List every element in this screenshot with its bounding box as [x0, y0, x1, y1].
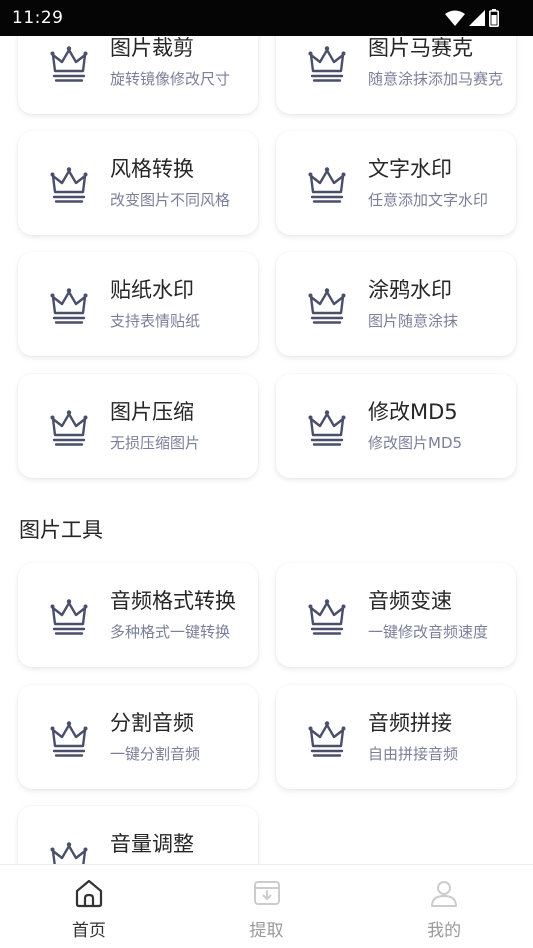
- card-subtitle: 图片随意涂抹: [368, 312, 459, 330]
- crown-icon: [48, 838, 90, 864]
- user-icon: [431, 881, 458, 907]
- card-subtitle: 一键修改音频速度: [368, 623, 489, 641]
- card-title: 分割音频: [110, 711, 194, 735]
- card-audio-join[interactable]: 音频拼接 自由拼接音频: [276, 685, 516, 789]
- card-audio-speed[interactable]: 音频变速 一键修改音频速度: [276, 563, 516, 667]
- card-title: 音频拼接: [368, 711, 452, 735]
- bottom-tab-bar: 首页 提取 我的: [0, 864, 533, 948]
- card-subtitle: 旋转镜像修改尺寸: [110, 70, 231, 88]
- card-title: 修改MD5: [368, 400, 458, 424]
- card-title: 图片裁剪: [110, 36, 194, 60]
- card-image-compress[interactable]: 图片压缩 无损压缩图片: [18, 374, 258, 478]
- card-subtitle: 改变图片不同风格: [110, 191, 231, 209]
- card-modify-md5[interactable]: 修改MD5 修改图片MD5: [276, 374, 516, 478]
- card-doodle-watermark[interactable]: 涂鸦水印 图片随意涂抹: [276, 252, 516, 356]
- tab-label: 首页: [71, 921, 106, 941]
- battery-icon: [489, 9, 499, 27]
- card-title: 风格转换: [110, 157, 194, 181]
- tab-label: 我的: [427, 921, 462, 941]
- card-title: 涂鸦水印: [368, 278, 452, 302]
- crown-icon: [48, 406, 90, 448]
- card-title: 音频变速: [368, 589, 452, 613]
- tab-mine[interactable]: 我的: [355, 865, 533, 948]
- tab-home[interactable]: 首页: [0, 865, 178, 948]
- tab-extract[interactable]: 提取: [178, 865, 356, 948]
- home-icon: [75, 879, 102, 908]
- signal-icon: [469, 10, 485, 26]
- card-volume-adjust[interactable]: 音量调整: [18, 806, 258, 864]
- crown-icon: [306, 406, 348, 448]
- card-subtitle: 自由拼接音频: [368, 745, 459, 763]
- card-subtitle: 支持表情贴纸: [110, 312, 201, 330]
- download-box-icon: [253, 881, 280, 905]
- card-subtitle: 修改图片MD5: [368, 434, 463, 452]
- status-icons: [445, 9, 499, 27]
- card-title: 图片马赛克: [368, 36, 473, 60]
- crown-icon: [306, 595, 348, 637]
- crown-icon: [306, 42, 348, 84]
- feature-list[interactable]: 图片裁剪 旋转镜像修改尺寸 图片马赛克 随意涂抹添加马赛克 风格转换 改变图片不…: [0, 0, 533, 864]
- card-title: 图片压缩: [110, 400, 194, 424]
- card-subtitle: 随意涂抹添加马赛克: [368, 70, 504, 88]
- status-time: 11:29: [12, 8, 64, 28]
- crown-icon: [48, 717, 90, 759]
- section-title: 图片工具: [19, 518, 103, 542]
- card-subtitle: 一键分割音频: [110, 745, 201, 763]
- card-audio-split[interactable]: 分割音频 一键分割音频: [18, 685, 258, 789]
- card-subtitle: 无损压缩图片: [110, 434, 201, 452]
- crown-icon: [48, 163, 90, 205]
- crown-icon: [48, 42, 90, 84]
- card-title: 音频格式转换: [110, 589, 236, 613]
- card-text-watermark[interactable]: 文字水印 任意添加文字水印: [276, 131, 516, 235]
- card-audio-format-convert[interactable]: 音频格式转换 多种格式一键转换: [18, 563, 258, 667]
- crown-icon: [48, 284, 90, 326]
- card-title: 贴纸水印: [110, 278, 194, 302]
- card-title: 音量调整: [110, 832, 194, 856]
- card-subtitle: 多种格式一键转换: [110, 623, 231, 641]
- card-sticker-watermark[interactable]: 贴纸水印 支持表情贴纸: [18, 252, 258, 356]
- crown-icon: [306, 163, 348, 205]
- tab-label: 提取: [249, 921, 284, 941]
- crown-icon: [306, 717, 348, 759]
- status-bar: 11:29: [0, 0, 533, 36]
- wifi-icon: [445, 10, 465, 26]
- crown-icon: [48, 595, 90, 637]
- card-title: 文字水印: [368, 157, 452, 181]
- card-subtitle: 任意添加文字水印: [368, 191, 489, 209]
- card-style-transfer[interactable]: 风格转换 改变图片不同风格: [18, 131, 258, 235]
- crown-icon: [306, 284, 348, 326]
